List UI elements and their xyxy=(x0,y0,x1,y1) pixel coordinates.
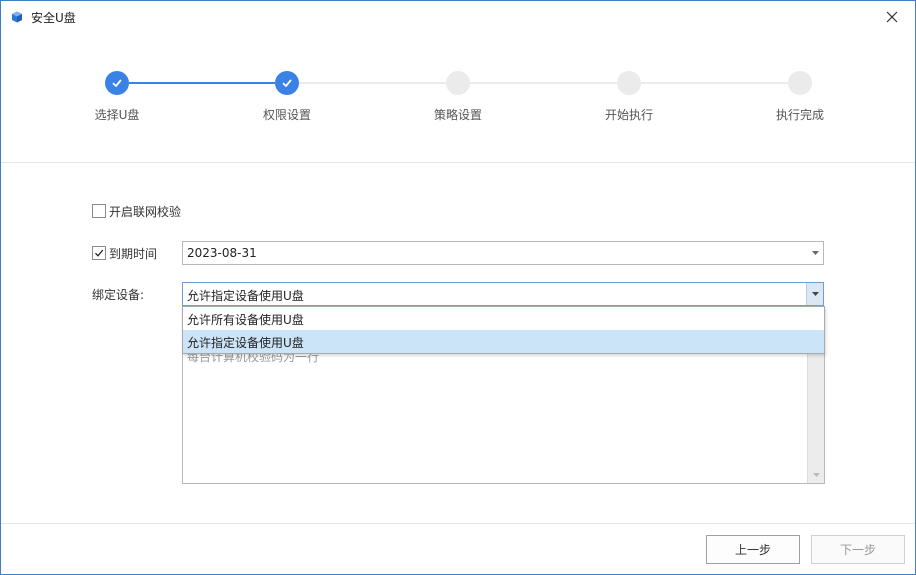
bind-device-value: 允许指定设备使用U盘 xyxy=(187,289,304,303)
dropdown-option-all-devices[interactable]: 允许所有设备使用U盘 xyxy=(183,307,824,330)
network-check-checkbox[interactable] xyxy=(92,204,106,218)
progress-stepper: 选择U盘 权限设置 策略设置 开始执行 执行完成 xyxy=(1,61,915,131)
network-check-label: 开启联网校验 xyxy=(109,205,182,219)
chevron-down-icon xyxy=(811,292,819,296)
bind-dropdown-arrow[interactable] xyxy=(806,283,823,305)
step-4-circle xyxy=(617,71,641,95)
step-2-label: 权限设置 xyxy=(262,108,311,122)
step-3-circle xyxy=(446,71,470,95)
bind-device-select[interactable]: 允许指定设备使用U盘 xyxy=(182,282,824,306)
close-icon xyxy=(886,11,898,23)
step-1-label: 选择U盘 xyxy=(94,108,140,122)
dialog-window: 安全U盘 选择U盘 权限设置 策略设置 开始执行 执行完成 开启联网校验 到期时… xyxy=(0,0,916,575)
check-icon xyxy=(282,79,292,88)
title-bar: 安全U盘 xyxy=(1,1,915,33)
bind-device-dropdown-list: 允许所有设备使用U盘 允许指定设备使用U盘 xyxy=(182,306,825,354)
scroll-down-button[interactable] xyxy=(808,467,824,483)
step-5-label: 执行完成 xyxy=(775,108,824,122)
window-title: 安全U盘 xyxy=(31,11,76,25)
check-icon xyxy=(112,79,122,88)
dropdown-option-specified-devices[interactable]: 允许指定设备使用U盘 xyxy=(183,330,824,353)
close-button[interactable] xyxy=(869,1,915,33)
bind-device-label: 绑定设备: xyxy=(92,288,145,302)
step-4-label: 开始执行 xyxy=(604,108,653,122)
step-connector-2 xyxy=(299,82,446,84)
footer-divider xyxy=(1,523,915,524)
checkmark-icon xyxy=(95,249,104,257)
prev-step-button[interactable]: 上一步 xyxy=(706,535,800,564)
expire-checkbox[interactable] xyxy=(92,246,106,260)
step-5-circle xyxy=(788,71,812,95)
step-connector-1 xyxy=(129,82,275,84)
step-connector-3 xyxy=(470,82,617,84)
expire-date-picker[interactable]: 2023-08-31 xyxy=(182,241,824,265)
step-2-circle xyxy=(275,71,299,95)
next-step-button[interactable]: 下一步 xyxy=(811,535,905,564)
expire-label: 到期时间 xyxy=(109,247,158,261)
scroll-down-icon xyxy=(812,473,820,477)
expire-dropdown-arrow[interactable] xyxy=(807,242,823,264)
header-divider xyxy=(1,162,915,163)
expire-date-value: 2023-08-31 xyxy=(187,246,257,260)
textarea-scrollbar[interactable] xyxy=(807,332,824,483)
step-connector-4 xyxy=(641,82,788,84)
chevron-down-icon xyxy=(811,251,819,255)
app-cube-icon xyxy=(12,11,22,23)
step-3-label: 策略设置 xyxy=(433,108,482,122)
step-1-circle xyxy=(105,71,129,95)
